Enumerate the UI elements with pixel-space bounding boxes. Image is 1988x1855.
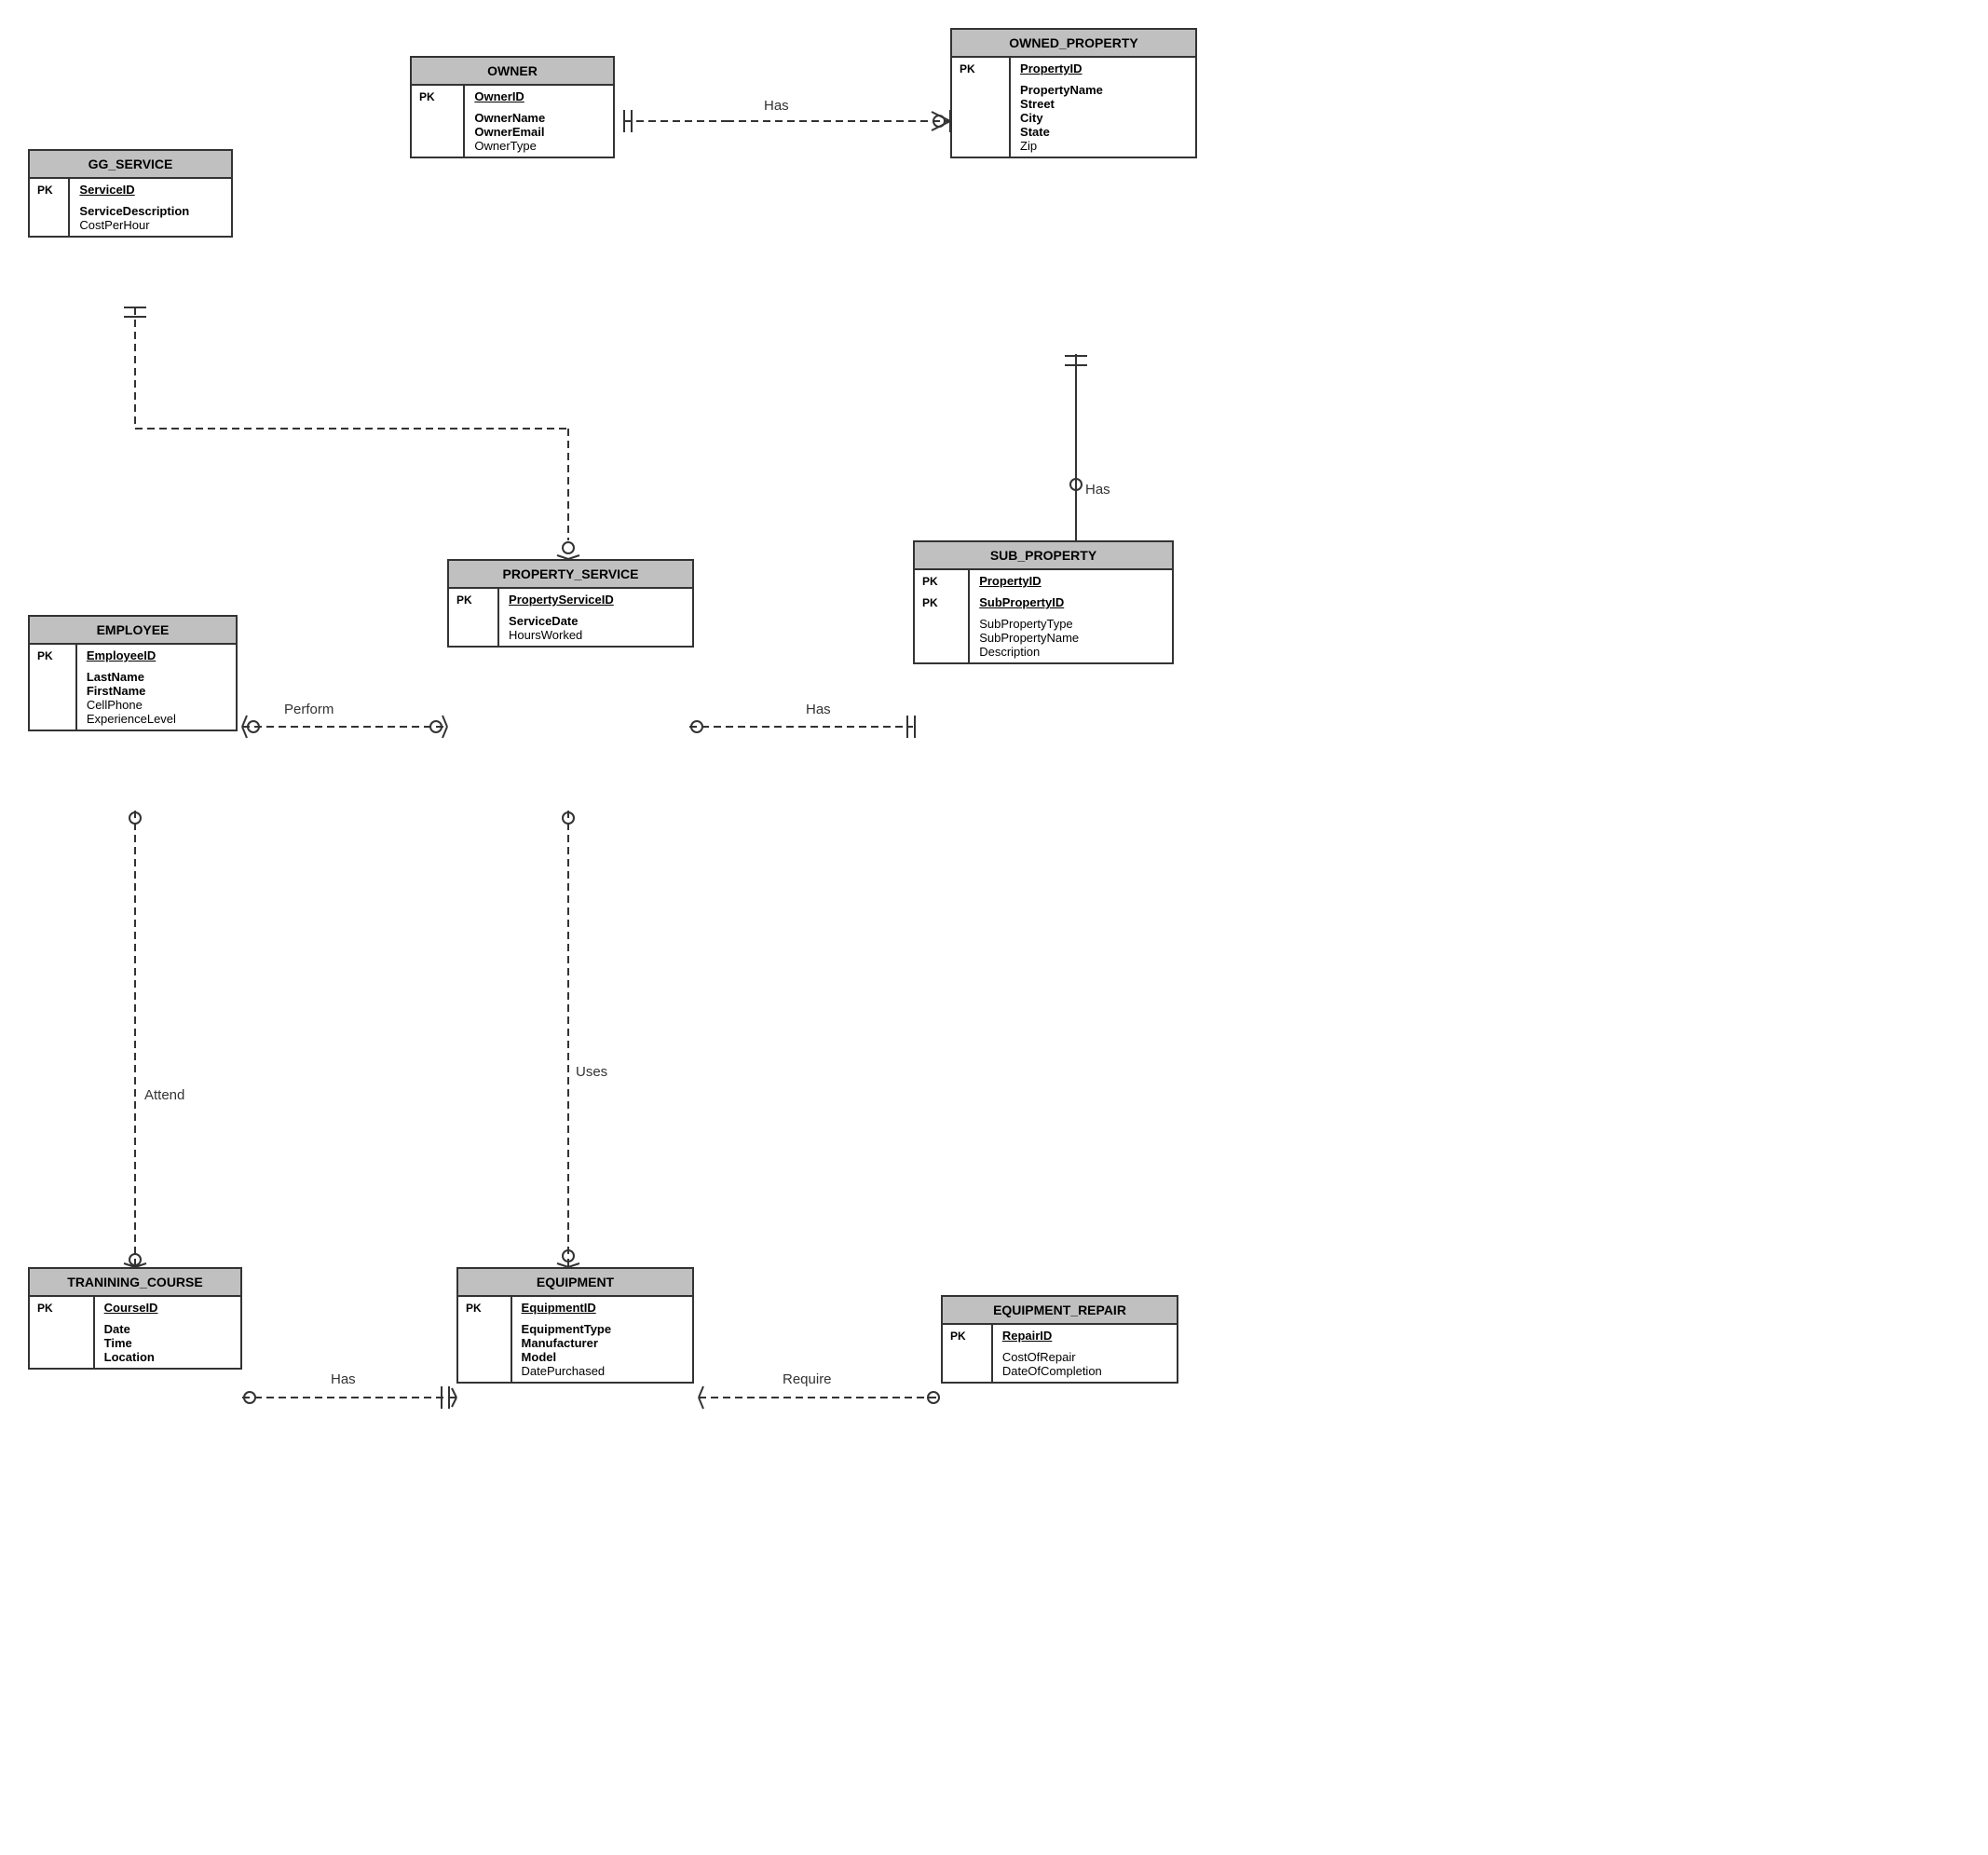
table-owned-property: OWNED_PROPERTY PK PropertyID PropertyNam…	[950, 28, 1197, 158]
table-gg-service: GG_SERVICE PK ServiceID ServiceDescripti…	[28, 149, 233, 238]
svg-text:Has: Has	[764, 98, 789, 114]
table-sub-property: SUB_PROPERTY PK PropertyID PK SubPropert…	[913, 540, 1174, 664]
svg-text:Uses: Uses	[576, 1064, 607, 1080]
table-employee-header: EMPLOYEE	[30, 617, 236, 645]
table-equipment: EQUIPMENT PK EquipmentID EquipmentType M…	[456, 1267, 694, 1384]
svg-text:Has: Has	[806, 702, 831, 717]
table-owner-header: OWNER	[412, 58, 613, 86]
attrs: ServiceDescription CostPerHour	[70, 200, 231, 236]
table-employee: EMPLOYEE PK EmployeeID LastName FirstNam…	[28, 615, 238, 731]
svg-text:Attend: Attend	[144, 1087, 184, 1103]
svg-text:Has: Has	[331, 1371, 356, 1387]
diagram-svg: Has Has Perform Has	[0, 0, 1988, 1855]
table-equipment-repair: EQUIPMENT_REPAIR PK RepairID CostOfRepai…	[941, 1295, 1178, 1384]
svg-text:Perform: Perform	[284, 702, 334, 717]
table-owned-property-header: OWNED_PROPERTY	[952, 30, 1195, 58]
table-sub-property-header: SUB_PROPERTY	[915, 542, 1172, 570]
table-equipment-header: EQUIPMENT	[458, 1269, 692, 1297]
pk-label: PK	[30, 179, 70, 200]
pk-attr: ServiceID	[70, 179, 231, 200]
table-tranining-course: TRANINING_COURSE PK CourseID Date Time L…	[28, 1267, 242, 1370]
table-gg-service-header: GG_SERVICE	[30, 151, 231, 179]
table-tranining-course-header: TRANINING_COURSE	[30, 1269, 240, 1297]
table-property-service: PROPERTY_SERVICE PK PropertyServiceID Se…	[447, 559, 694, 648]
filler-pk	[30, 200, 70, 236]
table-owner: OWNER PK OwnerID OwnerName OwnerEmail Ow…	[410, 56, 615, 158]
svg-text:Require: Require	[783, 1371, 832, 1387]
table-equipment-repair-header: EQUIPMENT_REPAIR	[943, 1297, 1177, 1325]
table-property-service-header: PROPERTY_SERVICE	[449, 561, 692, 589]
svg-text:Has: Has	[1085, 482, 1110, 498]
